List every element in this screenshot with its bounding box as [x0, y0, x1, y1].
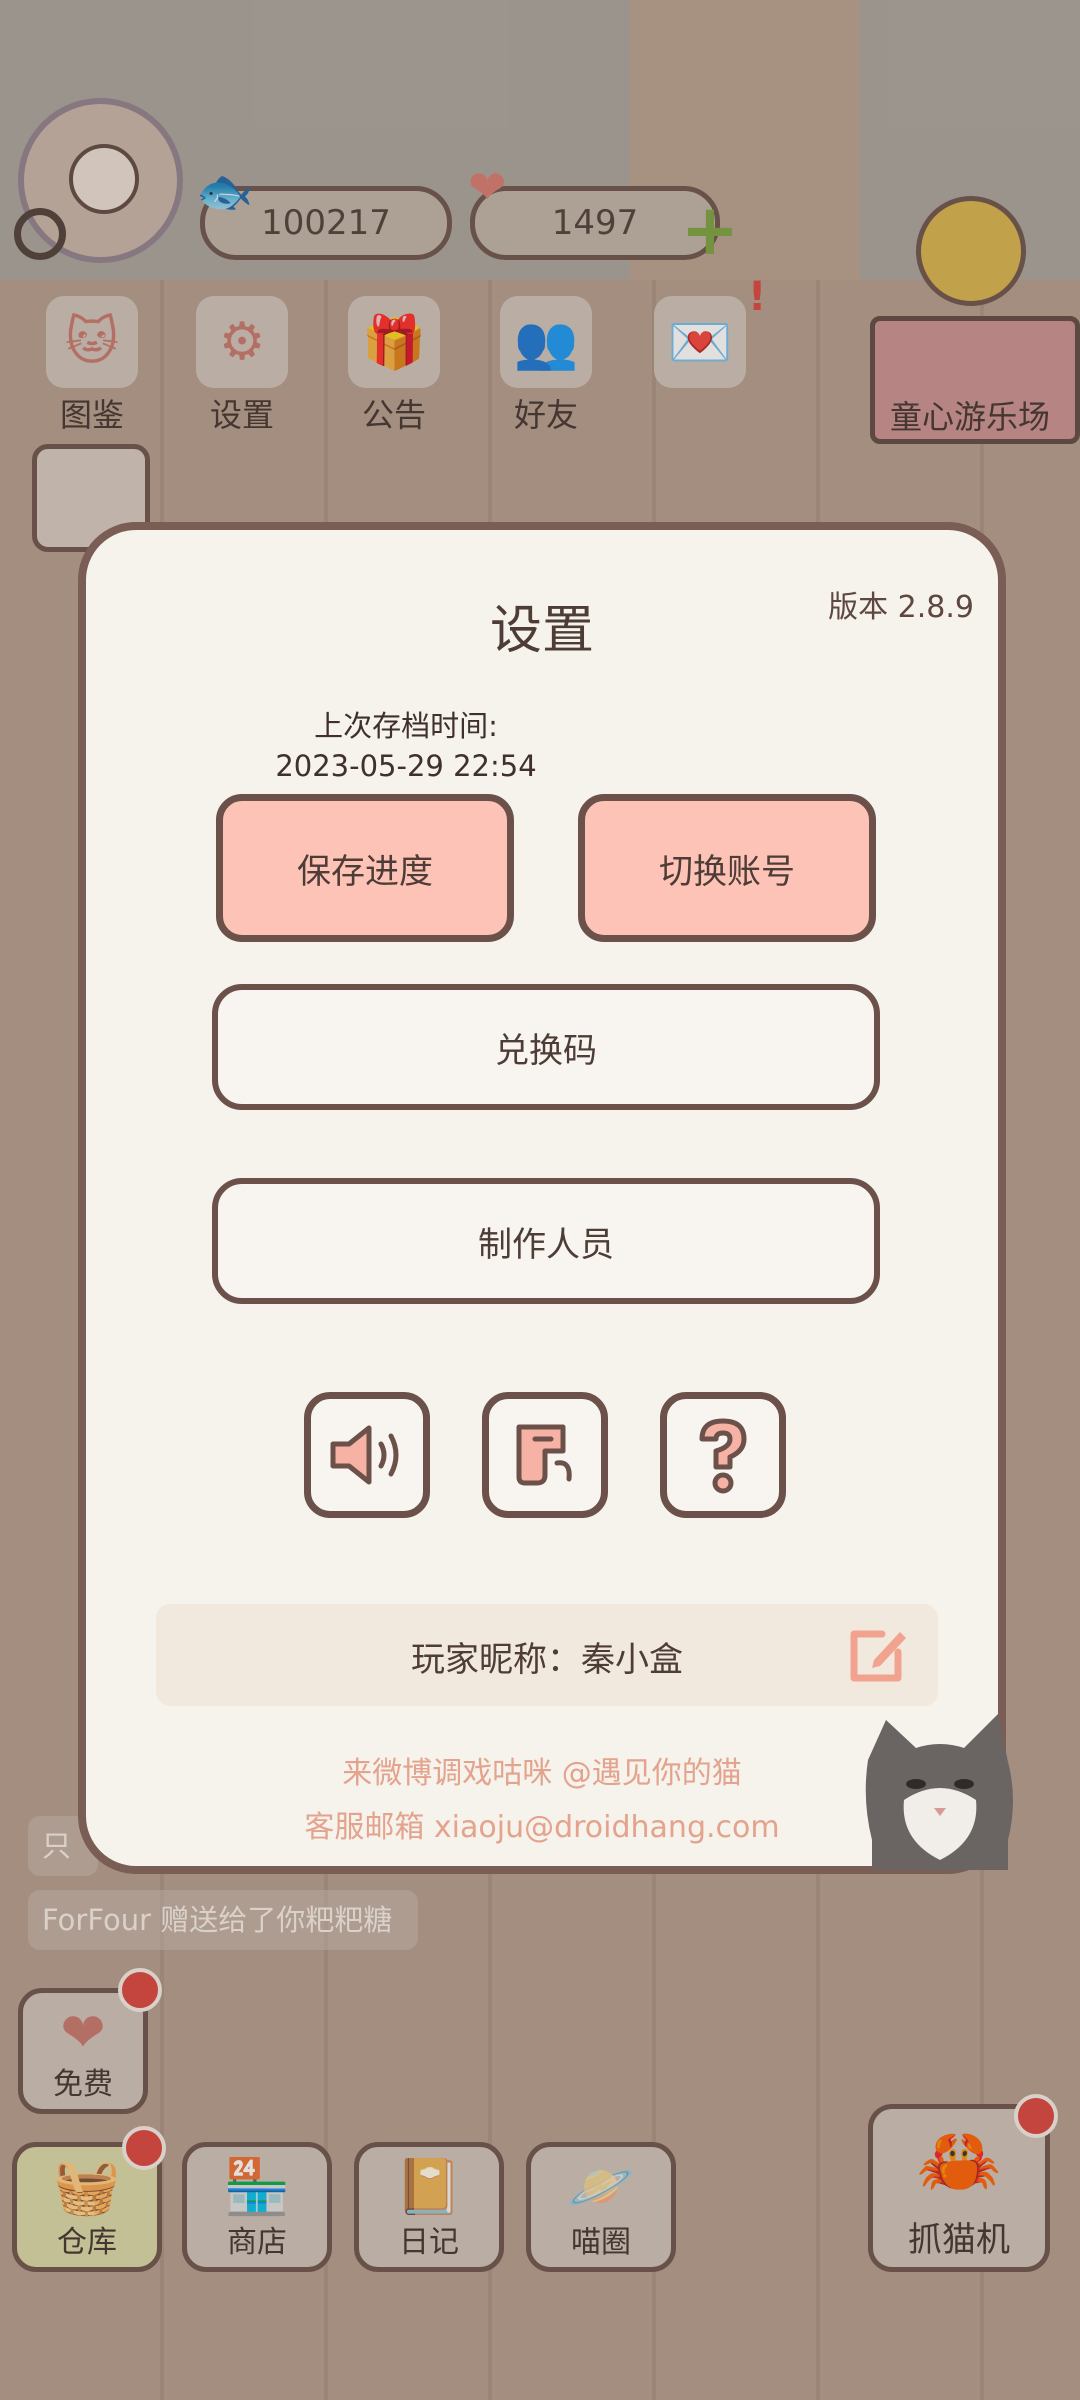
help-button[interactable] — [660, 1392, 786, 1518]
music-icon — [516, 1424, 572, 1486]
speaker-icon — [330, 1425, 399, 1485]
nickname-label: 玩家昵称：秦小盒 — [411, 1640, 683, 1680]
redeem-code-button[interactable]: 兑换码 — [212, 984, 880, 1110]
last-save-label: 上次存档时间: — [314, 709, 498, 743]
edit-icon[interactable] — [848, 1622, 910, 1684]
music-toggle-button[interactable] — [482, 1392, 608, 1518]
last-save-time: 上次存档时间: 2023-05-29 22:54 — [246, 706, 566, 786]
nickname-bar: 玩家昵称：秦小盒 — [156, 1604, 938, 1706]
question-icon — [699, 1418, 747, 1494]
switch-account-button[interactable]: 切换账号 — [578, 794, 876, 942]
cat-photo — [865, 1714, 1013, 1870]
version-label: 版本 2.8.9 — [828, 590, 974, 625]
sound-toggle-button[interactable] — [304, 1392, 430, 1518]
save-progress-button[interactable]: 保存进度 — [216, 794, 514, 942]
settings-dialog: 设置 版本 2.8.9 上次存档时间: 2023-05-29 22:54 保存进… — [78, 522, 1013, 1874]
credits-button[interactable]: 制作人员 — [212, 1178, 880, 1304]
last-save-value: 2023-05-29 22:54 — [275, 749, 537, 783]
